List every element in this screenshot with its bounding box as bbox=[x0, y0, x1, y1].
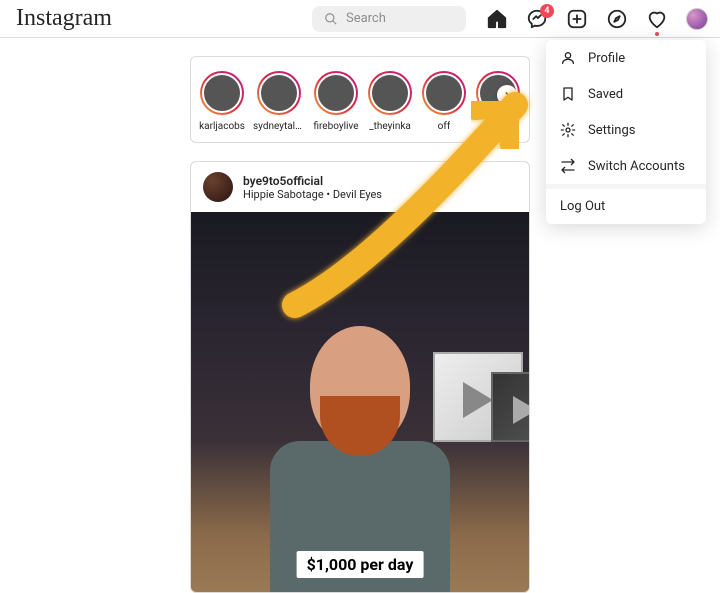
instagram-logo[interactable]: Instagram bbox=[16, 5, 112, 32]
story-item[interactable]: _theyinka bbox=[367, 71, 413, 132]
story-item[interactable]: off bbox=[421, 71, 467, 132]
explore-button[interactable] bbox=[606, 8, 628, 30]
post-author-avatar[interactable] bbox=[203, 172, 233, 202]
profile-dropdown-menu: Profile Saved Settings Switch Accounts L… bbox=[546, 40, 706, 224]
profile-avatar-button[interactable] bbox=[686, 8, 708, 30]
messenger-button[interactable]: 4 bbox=[526, 8, 548, 30]
menu-item-logout[interactable]: Log Out bbox=[546, 184, 706, 224]
home-button[interactable] bbox=[486, 8, 508, 30]
plus-square-icon bbox=[566, 8, 588, 30]
menu-item-settings[interactable]: Settings bbox=[546, 112, 706, 148]
menu-label: Log Out bbox=[560, 199, 605, 214]
post-header: bye9to5official Hippie Sabotage • Devil … bbox=[191, 162, 529, 212]
menu-item-switch-accounts[interactable]: Switch Accounts bbox=[546, 148, 706, 184]
heart-icon bbox=[646, 8, 668, 30]
activity-dot bbox=[655, 32, 659, 36]
stories-tray: karljacobs sydneytalker fireboylive _the… bbox=[190, 56, 530, 143]
new-post-button[interactable] bbox=[566, 8, 588, 30]
bookmark-icon bbox=[560, 86, 576, 102]
menu-label: Saved bbox=[588, 87, 623, 102]
story-username: sydneytalker bbox=[253, 121, 305, 132]
post-audio-label[interactable]: Hippie Sabotage • Devil Eyes bbox=[243, 188, 382, 201]
story-username: karljacobs bbox=[199, 121, 245, 132]
compass-icon bbox=[606, 8, 628, 30]
person-illustration bbox=[270, 326, 450, 586]
chevron-right-icon bbox=[502, 90, 512, 100]
video-caption-overlay: $1,000 per day bbox=[297, 551, 424, 578]
feed-post: bye9to5official Hippie Sabotage • Devil … bbox=[190, 161, 530, 593]
gear-icon bbox=[560, 122, 576, 138]
story-item[interactable]: karljacobs bbox=[199, 71, 245, 132]
messages-badge: 4 bbox=[540, 4, 554, 18]
post-media[interactable]: $1,000 per day bbox=[191, 212, 529, 592]
youtube-plaque-silver bbox=[491, 372, 529, 442]
stories-next-button[interactable] bbox=[497, 85, 517, 105]
search-placeholder: Search bbox=[346, 11, 386, 26]
menu-item-saved[interactable]: Saved bbox=[546, 76, 706, 112]
profile-icon bbox=[560, 50, 576, 66]
activity-button[interactable] bbox=[646, 8, 668, 30]
search-input[interactable]: Search bbox=[312, 6, 466, 32]
story-item[interactable]: fireboylive bbox=[313, 71, 359, 132]
story-username: _theyinka bbox=[369, 121, 411, 132]
menu-item-profile[interactable]: Profile bbox=[546, 40, 706, 76]
search-icon bbox=[324, 12, 338, 26]
feed-column: karljacobs sydneytalker fireboylive _the… bbox=[190, 56, 530, 593]
post-author-meta: bye9to5official Hippie Sabotage • Devil … bbox=[243, 174, 382, 201]
story-item[interactable]: sydneytalker bbox=[253, 71, 305, 132]
menu-label: Profile bbox=[588, 51, 625, 66]
home-icon bbox=[486, 8, 508, 30]
story-username: off bbox=[438, 121, 451, 132]
top-nav: Instagram Search 4 bbox=[0, 0, 720, 38]
nav-icons: 4 bbox=[486, 8, 708, 30]
post-username[interactable]: bye9to5official bbox=[243, 174, 382, 188]
switch-icon bbox=[560, 158, 576, 174]
menu-label: Settings bbox=[588, 123, 635, 138]
avatar-icon bbox=[686, 8, 708, 30]
menu-label: Switch Accounts bbox=[588, 159, 685, 174]
story-username: fireboylive bbox=[313, 121, 358, 132]
